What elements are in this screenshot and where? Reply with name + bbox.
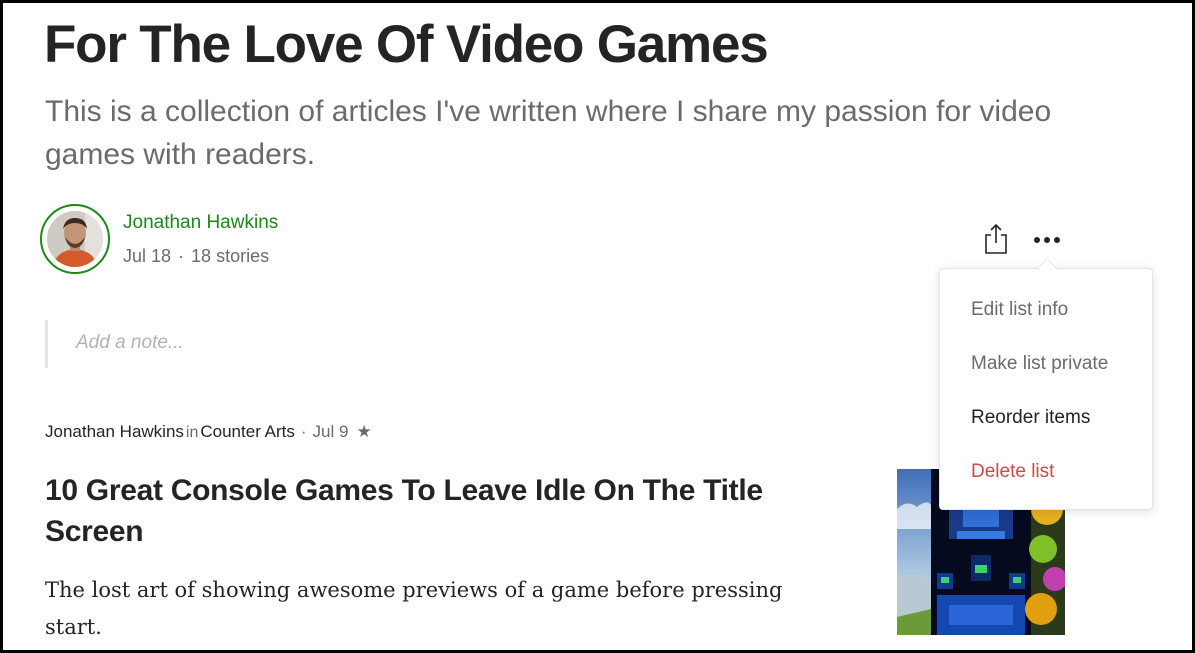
menu-item-edit-list-info[interactable]: Edit list info <box>971 299 1068 321</box>
more-options-icon[interactable] <box>1033 231 1061 249</box>
menu-item-delete-list[interactable]: Delete list <box>971 461 1054 483</box>
author-avatar[interactable] <box>40 204 110 274</box>
publication-link[interactable]: Counter Arts <box>200 422 295 441</box>
menu-item-make-list-private[interactable]: Make list private <box>971 353 1108 375</box>
add-note-field[interactable]: Add a note... <box>45 320 445 368</box>
article-date: Jul 9 <box>312 422 349 441</box>
article-author-link[interactable]: Jonathan Hawkins <box>45 422 184 441</box>
list-meta: Jul 18 · 18 stories <box>123 246 269 267</box>
author-name-link[interactable]: Jonathan Hawkins <box>123 212 278 234</box>
menu-caret <box>1036 259 1058 270</box>
member-star-icon: ★ <box>356 422 372 441</box>
meta-separator: · <box>178 246 185 266</box>
article-title-link[interactable]: 10 Great Console Games To Leave Idle On … <box>45 470 835 552</box>
list-title: For The Love Of Video Games <box>44 15 769 74</box>
story-count: 18 stories <box>191 246 270 266</box>
list-options-menu: Edit list info Make list private Reorder… <box>939 268 1153 510</box>
article-byline: Jonathan Hawkins in Counter Arts · Jul 9 ★ <box>45 422 372 442</box>
byline-in: in <box>185 424 199 441</box>
menu-item-reorder-items[interactable]: Reorder items <box>971 407 1090 429</box>
byline-separator: · <box>300 422 307 441</box>
share-icon[interactable] <box>983 223 1009 255</box>
list-description: This is a collection of articles I've wr… <box>45 95 1052 171</box>
list-date: Jul 18 <box>123 246 172 266</box>
avatar-image <box>47 211 103 267</box>
article-subtitle[interactable]: The lost art of showing awesome previews… <box>45 572 825 646</box>
